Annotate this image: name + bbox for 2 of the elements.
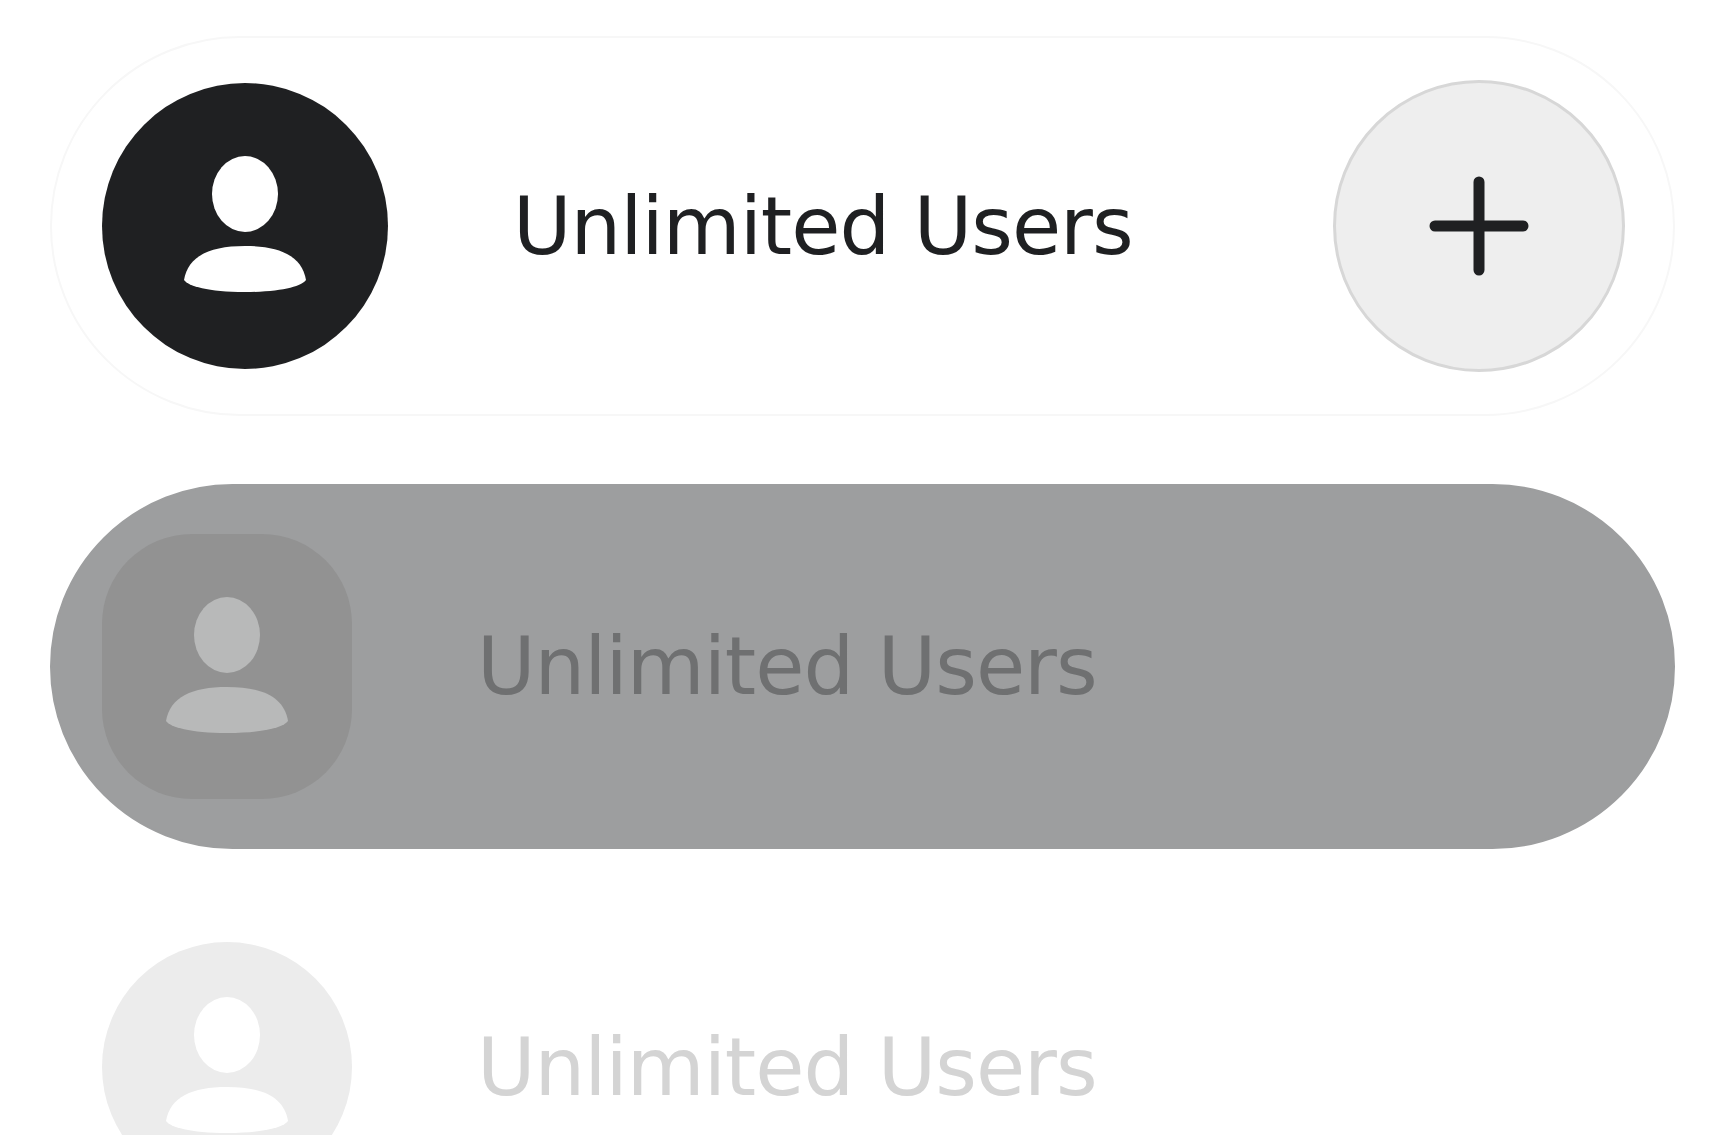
row-label: Unlimited Users xyxy=(513,179,1134,273)
plus-icon xyxy=(1429,176,1529,276)
